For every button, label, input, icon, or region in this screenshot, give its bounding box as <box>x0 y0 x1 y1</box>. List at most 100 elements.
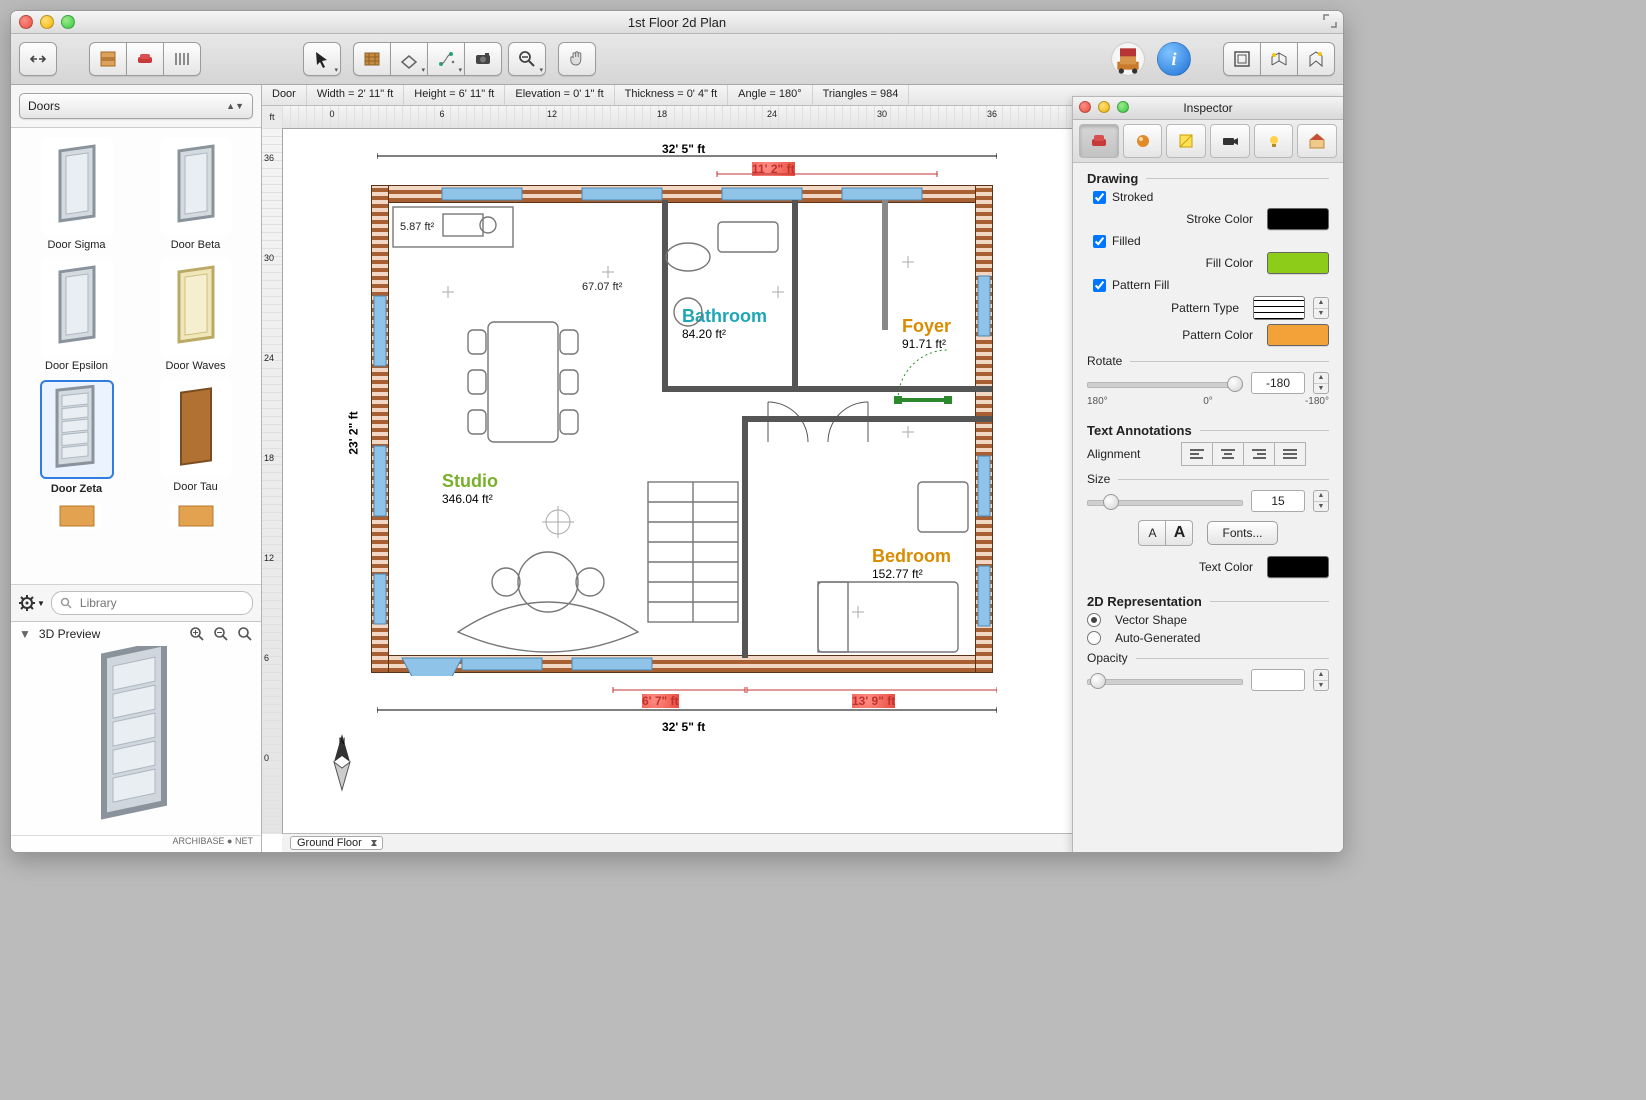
compass-icon: N <box>322 732 362 795</box>
view-2d-button[interactable] <box>1223 42 1260 76</box>
fullscreen-icon[interactable] <box>1323 14 1337 28</box>
text-size-value[interactable]: 15 <box>1251 490 1305 512</box>
view-3d-button[interactable] <box>1260 42 1297 76</box>
floor-tool-button[interactable]: ▾ <box>390 42 427 76</box>
status-angle: Angle = 180° <box>728 85 812 105</box>
zoom-reset-icon[interactable] <box>237 626 253 642</box>
inspector-tab-2d[interactable] <box>1166 124 1206 158</box>
library-item-label: Door Zeta <box>51 483 102 495</box>
text-color-label: Text Color <box>1087 560 1259 574</box>
library-grid: Door Sigma Door Beta Door Epsilon Door W… <box>11 128 261 584</box>
library-item[interactable]: Door Epsilon <box>23 259 130 372</box>
view-segmented <box>1223 42 1335 76</box>
inspector-minimize-icon[interactable] <box>1098 101 1110 113</box>
library-search[interactable] <box>51 591 253 615</box>
text-size-slider[interactable] <box>1087 492 1243 510</box>
library-item[interactable]: Door Beta <box>142 138 249 251</box>
app-window: 1st Floor 2d Plan ▾ ▾ ▾ ▾ i <box>10 10 1344 853</box>
zoom-out-icon[interactable] <box>213 626 229 642</box>
inspector-tab-building[interactable] <box>1297 124 1337 158</box>
rotate-stepper[interactable]: ▲▼ <box>1313 372 1329 394</box>
info-icon[interactable]: i <box>1157 42 1191 76</box>
library-item[interactable] <box>23 503 130 531</box>
pattern-color-swatch[interactable] <box>1267 324 1329 346</box>
opacity-slider[interactable] <box>1087 671 1243 689</box>
inspector-close-icon[interactable] <box>1079 101 1091 113</box>
text-size-large-button[interactable]: A <box>1165 520 1193 546</box>
stroke-color-swatch[interactable] <box>1267 208 1329 230</box>
tool-segmented: ▾ ▾ <box>353 42 502 76</box>
zoom-tool-button[interactable]: ▾ <box>508 42 546 76</box>
library-item[interactable]: Door Waves <box>142 259 249 372</box>
library-category-dropdown[interactable]: Doors ▲▼ <box>19 93 253 119</box>
library-item[interactable]: Door Tau <box>142 380 249 495</box>
align-left-button[interactable] <box>1181 442 1212 466</box>
inspector-tab-materials[interactable] <box>1123 124 1163 158</box>
opacity-value[interactable] <box>1251 669 1305 691</box>
auto-generated-radio[interactable]: Auto-Generated <box>1087 631 1329 645</box>
stroke-color-label: Stroke Color <box>1087 212 1259 226</box>
inspector-title: Inspector <box>1183 101 1232 115</box>
preview-3d-panel: ▼ 3D Preview <box>11 621 261 852</box>
floor-selector[interactable]: Ground Floor <box>290 836 383 850</box>
library-item-label: Door Sigma <box>47 239 105 251</box>
library-item[interactable]: Door Sigma <box>23 138 130 251</box>
floor-plan: Studio346.04 ft² Bathroom84.20 ft² Foyer… <box>372 186 992 686</box>
patternfill-checkbox[interactable]: Pattern Fill <box>1093 278 1329 292</box>
minimize-icon[interactable] <box>40 15 54 29</box>
pattern-type-stepper[interactable]: ▲▼ <box>1313 297 1329 319</box>
library-settings-button[interactable]: ▼ <box>19 595 45 611</box>
library-search-input[interactable] <box>78 595 244 611</box>
svg-text:N: N <box>339 736 346 746</box>
select-tool-button[interactable]: ▾ <box>303 42 341 76</box>
view-walkthrough-button[interactable] <box>1297 42 1335 76</box>
align-right-button[interactable] <box>1243 442 1274 466</box>
inspector-titlebar: Inspector <box>1073 97 1343 120</box>
inspector-tab-object[interactable] <box>1079 124 1119 158</box>
library-item-label: Door Epsilon <box>45 360 108 372</box>
mode-segmented <box>89 42 201 76</box>
mode-furniture-button[interactable] <box>126 42 163 76</box>
preview-3d-viewport[interactable] <box>11 646 261 835</box>
filled-checkbox[interactable]: Filled <box>1093 234 1329 248</box>
expand-sidebar-button[interactable] <box>19 42 57 76</box>
close-icon[interactable] <box>19 15 33 29</box>
material-tool-button[interactable] <box>353 42 390 76</box>
mode-dimensions-button[interactable] <box>163 42 201 76</box>
mode-walls-button[interactable] <box>89 42 126 76</box>
fonts-button[interactable]: Fonts... <box>1207 521 1277 545</box>
camera-tool-button[interactable] <box>464 42 502 76</box>
window-controls <box>19 15 75 29</box>
opacity-stepper[interactable]: ▲▼ <box>1313 669 1329 691</box>
zoom-icon[interactable] <box>61 15 75 29</box>
align-center-button[interactable] <box>1212 442 1243 466</box>
stroked-checkbox[interactable]: Stroked <box>1093 190 1329 204</box>
store-icon[interactable] <box>1111 42 1145 76</box>
text-alignment-segmented <box>1181 442 1306 466</box>
inspector-tab-cameras[interactable] <box>1210 124 1250 158</box>
titlebar: 1st Floor 2d Plan <box>11 11 1343 34</box>
align-justify-button[interactable] <box>1274 442 1306 466</box>
pattern-type-label: Pattern Type <box>1087 301 1245 315</box>
status-object: Door <box>262 85 307 105</box>
inspector-zoom-icon[interactable] <box>1117 101 1129 113</box>
library-item[interactable] <box>142 503 249 531</box>
pan-tool-button[interactable] <box>558 42 596 76</box>
rotate-value[interactable]: -180 <box>1251 372 1305 394</box>
text-color-swatch[interactable] <box>1267 556 1329 578</box>
ruler-vertical: 36 30 24 18 12 6 0 <box>262 128 283 834</box>
text-size-stepper[interactable]: ▲▼ <box>1313 490 1329 512</box>
library-panel: Doors ▲▼ Door Sigma Door Beta Door Epsil… <box>11 85 262 852</box>
text-size-small-button[interactable]: A <box>1138 520 1165 546</box>
pattern-type-picker[interactable] <box>1253 296 1305 320</box>
disclosure-triangle-icon[interactable]: ▼ <box>19 627 31 641</box>
fill-color-swatch[interactable] <box>1267 252 1329 274</box>
main-toolbar: ▾ ▾ ▾ ▾ i <box>11 34 1343 85</box>
library-category-label: Doors <box>28 99 60 113</box>
path-tool-button[interactable]: ▾ <box>427 42 464 76</box>
rotate-slider[interactable] <box>1087 374 1243 392</box>
inspector-tab-lights[interactable] <box>1254 124 1294 158</box>
zoom-in-icon[interactable] <box>189 626 205 642</box>
library-item[interactable]: Door Zeta <box>23 380 130 495</box>
vector-shape-radio[interactable]: Vector Shape <box>1087 613 1329 627</box>
